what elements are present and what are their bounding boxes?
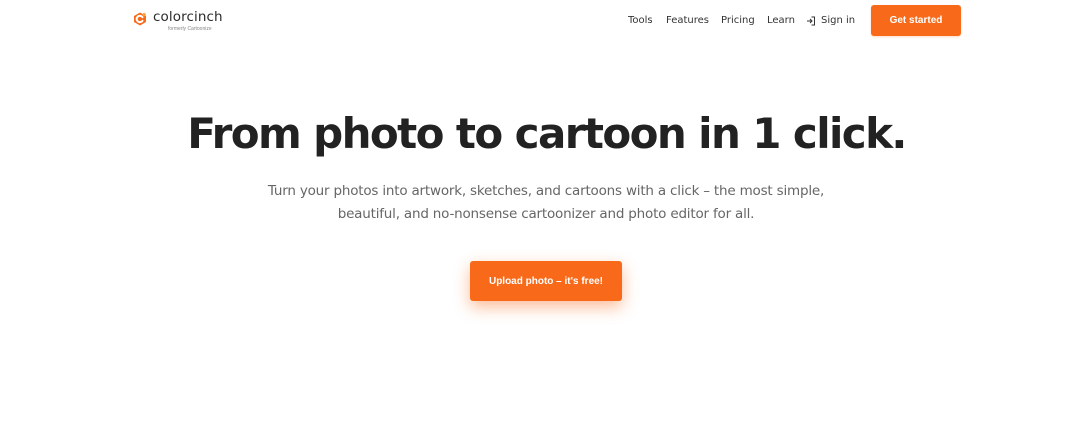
nav-link-tools[interactable]: Tools	[628, 14, 653, 27]
nav-link-pricing[interactable]: Pricing	[721, 14, 755, 27]
sign-in-label: Sign in	[821, 15, 856, 26]
sign-in-icon	[806, 16, 816, 26]
hero-title: From photo to cartoon in 1 click.	[187, 109, 907, 158]
upload-photo-button[interactable]: Upload photo – it's free!	[470, 261, 622, 301]
landing-page: colorcinch formerly Cartoonize Tools Fea…	[0, 0, 1080, 423]
site-header: colorcinch formerly Cartoonize Tools Fea…	[0, 0, 1080, 40]
nav-link-features[interactable]: Features	[666, 14, 709, 27]
get-started-button[interactable]: Get started	[871, 5, 961, 36]
nav-link-learn[interactable]: Learn	[767, 14, 795, 27]
sign-in-link[interactable]: Sign in	[806, 14, 855, 27]
hero-subtitle: Turn your photos into artwork, sketches,…	[267, 183, 825, 222]
